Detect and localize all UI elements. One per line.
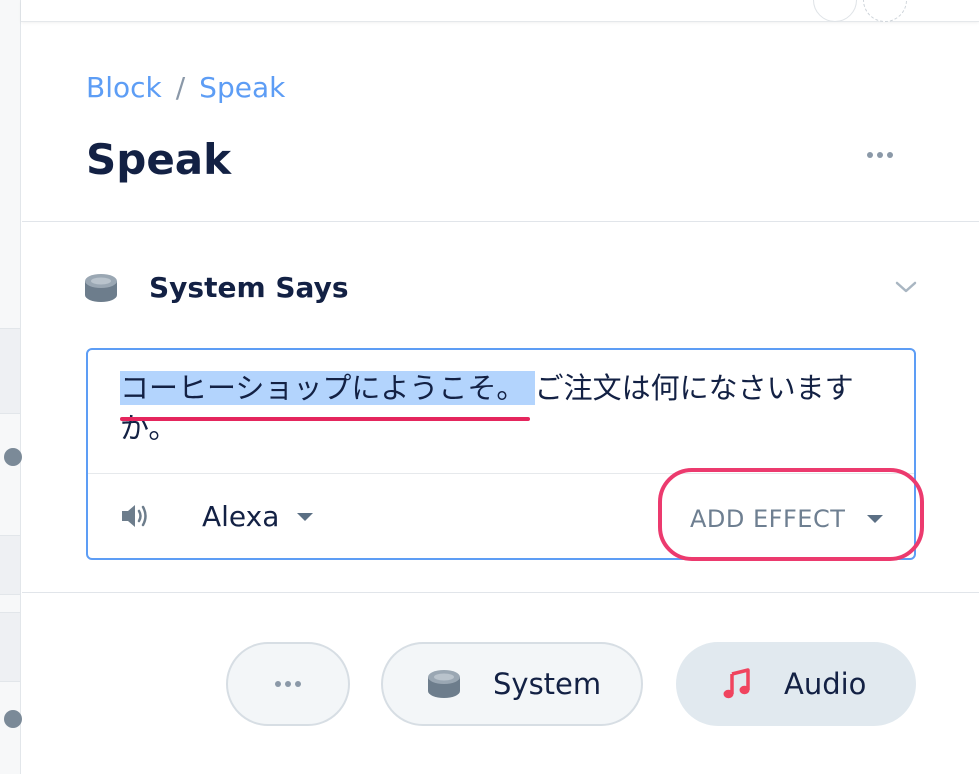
- speech-text-input[interactable]: コーヒーショップにようこそ。 ご注文は何になさいますか。: [120, 368, 880, 448]
- music-note-icon: [723, 668, 750, 699]
- more-steps-button[interactable]: [226, 642, 350, 726]
- ellipsis-icon-dot: [285, 681, 291, 687]
- background-row: [0, 535, 20, 595]
- top-bar: [21, 0, 979, 22]
- page-title: Speak: [86, 135, 232, 184]
- ellipsis-icon: [867, 152, 873, 158]
- voice-value: Alexa: [202, 500, 280, 533]
- system-says-header[interactable]: System Says: [84, 269, 918, 309]
- breadcrumb-current[interactable]: Speak: [199, 71, 285, 104]
- divider: [22, 592, 979, 593]
- drag-handle-icon[interactable]: [4, 710, 22, 728]
- ellipsis-icon: [275, 681, 281, 687]
- system-button-label: System: [493, 667, 602, 701]
- ellipsis-icon-dot: [877, 152, 883, 158]
- selected-space: [525, 371, 535, 405]
- ellipsis-icon-dot: [295, 681, 301, 687]
- more-options-button[interactable]: [858, 141, 902, 169]
- breadcrumb-parent-link[interactable]: Block: [86, 71, 162, 104]
- annotation-underline: [120, 417, 530, 421]
- breadcrumb-separator: /: [175, 71, 186, 104]
- speaker-icon[interactable]: [120, 502, 150, 530]
- ellipsis-icon-dot: [887, 152, 893, 158]
- echo-device-icon: [85, 274, 117, 302]
- echo-device-icon: [428, 670, 460, 698]
- selected-text: コーヒーショップにようこそ。: [120, 371, 526, 405]
- audio-button-label: Audio: [784, 667, 867, 701]
- chevron-down-icon[interactable]: [894, 275, 918, 299]
- section-title: System Says: [149, 271, 349, 304]
- background-row: [0, 612, 20, 682]
- breadcrumb: Block / Speak: [86, 71, 285, 104]
- add-collaborator-button[interactable]: [863, 0, 907, 22]
- add-system-step-button[interactable]: System: [381, 642, 643, 726]
- block-editor-panel: Block / Speak Speak System Says コーヒーショップによ…: [22, 23, 979, 774]
- voice-select[interactable]: Alexa: [202, 500, 314, 533]
- background-panel: [0, 0, 22, 774]
- drag-handle-icon[interactable]: [4, 448, 22, 466]
- background-row: [0, 328, 20, 414]
- annotation-highlight-ring: [658, 468, 924, 561]
- caret-down-icon: [297, 512, 314, 521]
- add-audio-step-button[interactable]: Audio: [676, 642, 916, 726]
- divider: [22, 221, 979, 222]
- avatar[interactable]: [813, 0, 857, 22]
